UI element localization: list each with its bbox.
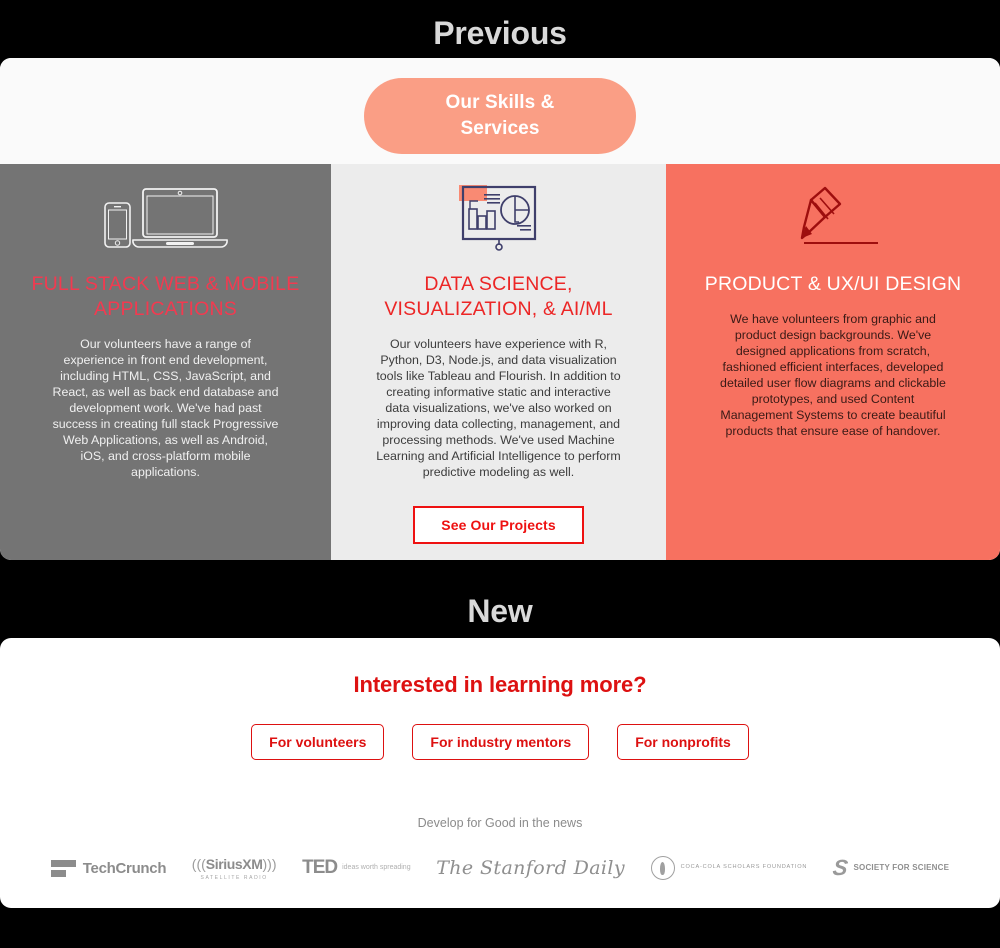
techcrunch-mark-icon — [50, 859, 76, 877]
see-our-projects-button[interactable]: See Our Projects — [413, 506, 584, 544]
skills-header: Our Skills & Services — [0, 58, 1000, 164]
new-screenshot-panel: Interested in learning more? For volunte… — [0, 638, 1000, 908]
see-our-projects-wrap: See Our Projects — [331, 506, 666, 544]
coca-cola-scholars-logo: COCA-COLA SCHOLARS FOUNDATION — [650, 856, 808, 880]
coca-cola-scholars-seal-icon — [650, 856, 675, 880]
interested-heading: Interested in learning more? — [353, 672, 647, 697]
ted-logo: TED ideas worth spreading — [302, 857, 411, 879]
presentation-chart-icon — [353, 164, 644, 256]
skills-columns: FULL STACK WEB & MOBILE APPLICATIONS Our… — [0, 164, 1000, 560]
stanford-daily-wordmark: The Stanford Daily — [436, 857, 626, 879]
cta-for-industry-mentors[interactable]: For industry mentors — [412, 724, 590, 760]
cta-for-volunteers[interactable]: For volunteers — [251, 724, 385, 760]
siriusxm-arc-right-icon: ))) — [262, 855, 277, 872]
skill-column-title: DATA SCIENCE, VISUALIZATION, & AI/ML — [384, 273, 613, 320]
skill-column-body: Our volunteers have experience with R, P… — [376, 337, 621, 479]
cta-for-nonprofits[interactable]: For nonprofits — [617, 724, 749, 760]
press-logo-row: TechCrunch (((SiriusXM))) SATELLITE RADI… — [0, 848, 1000, 888]
siriusxm-arc-left-icon: ((( — [191, 855, 206, 872]
section-label-new: New — [467, 593, 533, 629]
news-label: Develop for Good in the news — [417, 816, 583, 830]
ted-tagline: ideas worth spreading — [342, 864, 411, 871]
skill-column-fullstack: FULL STACK WEB & MOBILE APPLICATIONS Our… — [0, 164, 331, 560]
skill-column-data-science: DATA SCIENCE, VISUALIZATION, & AI/ML Our… — [331, 164, 666, 560]
previous-screenshot-panel: Our Skills & Services FULL STACK WEB & M… — [0, 58, 1000, 560]
coca-cola-scholars-wordmark: COCA-COLA SCHOLARS FOUNDATION — [680, 864, 808, 871]
skill-column-title: PRODUCT & UX/UI DESIGN — [704, 273, 962, 295]
skill-column-title: FULL STACK WEB & MOBILE APPLICATIONS — [31, 273, 300, 320]
ted-wordmark: TED — [302, 857, 338, 878]
stanford-daily-logo: The Stanford Daily — [436, 857, 625, 879]
cta-row: For volunteers For industry mentors For … — [0, 724, 1000, 760]
skill-column-design: PRODUCT & UX/UI DESIGN We have volunteer… — [666, 164, 1000, 560]
society-for-science-wordmark: SOCIETY FOR SCIENCE — [853, 863, 950, 873]
techcrunch-logo: TechCrunch — [50, 859, 167, 877]
laptop-phone-icon — [22, 164, 309, 256]
pencil-icon — [688, 164, 978, 256]
our-skills-services-pill[interactable]: Our Skills & Services — [364, 78, 636, 154]
siriusxm-wordmark: SiriusXM — [205, 855, 263, 872]
skill-column-body: Our volunteers have a range of experienc… — [52, 337, 279, 479]
techcrunch-wordmark: TechCrunch — [82, 859, 167, 877]
skill-column-body: We have volunteers from graphic and prod… — [720, 312, 946, 438]
society-for-science-swoosh-icon: S — [831, 855, 850, 880]
society-for-science-logo: S SOCIETY FOR SCIENCE — [831, 855, 950, 881]
siriusxm-logo: (((SiriusXM))) SATELLITE RADIO — [192, 856, 277, 881]
section-label-previous: Previous — [433, 15, 567, 51]
siriusxm-tagline: SATELLITE RADIO — [200, 874, 268, 881]
